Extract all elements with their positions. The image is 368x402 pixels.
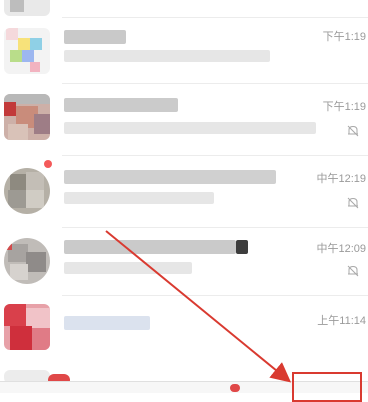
chat-list: 下午1:19 下午1:19 中午12:19 中午12:09 上午11:14 xyxy=(0,0,368,402)
annotation-arrow xyxy=(105,230,292,383)
